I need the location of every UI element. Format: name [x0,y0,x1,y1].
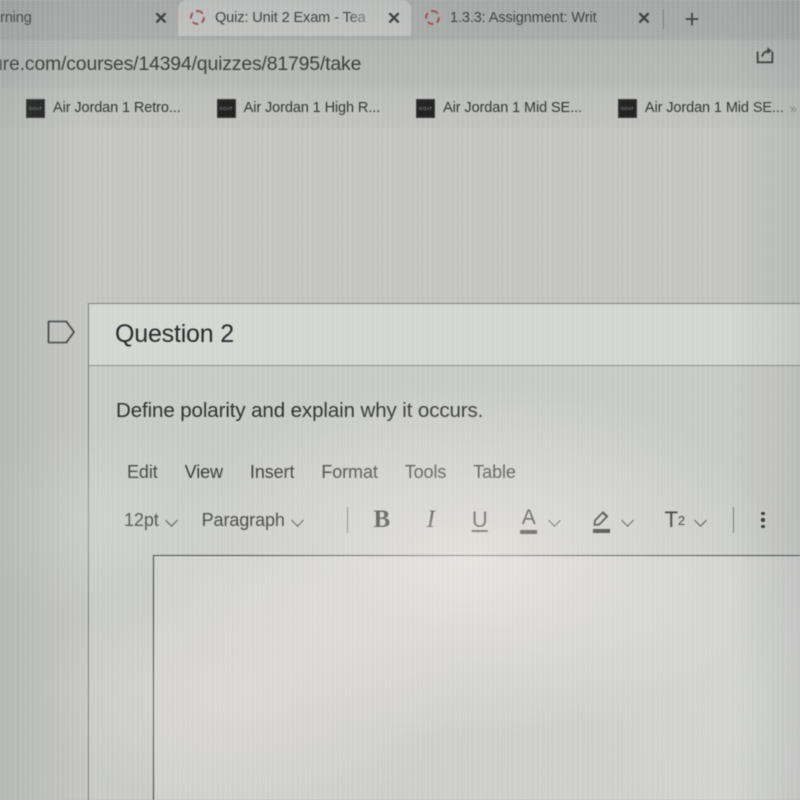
browser-tab-strip: x Learning ✕ Quiz: Unit 2 Exam - Tea ✕ 1… [0,0,800,40]
goat-favicon [416,98,436,118]
bookmark-label: Air Jordan 1 Mid SE... [443,100,582,116]
tab-title: x Learning [0,10,32,26]
browser-window: x Learning ✕ Quiz: Unit 2 Exam - Tea ✕ 1… [0,0,800,800]
chevron-down-icon [293,515,304,526]
highlight-color-swatch [593,528,611,533]
toolbar-divider [732,507,734,533]
question-body: Define polarity and explain why it occur… [89,366,800,800]
bookmark-item[interactable]: Air Jordan 1 Mid SE... [416,94,582,122]
url-text[interactable]: ure.com/courses/14394/quizzes/81795/take [0,53,361,76]
bookmark-label: Air Jordan 1 High R... [243,100,381,116]
page-title: Question 2 [115,320,234,348]
tab-title: Quiz: Unit 2 Exam - Tea [215,10,366,26]
browser-tab-2[interactable]: Quiz: Unit 2 Exam - Tea ✕ [178,0,411,36]
block-format-select[interactable]: Paragraph [202,510,304,531]
question-card: Question 2 Define polarity and explain w… [88,303,800,800]
rich-text-editor: Edit View Insert Format Tools Table 12pt [116,457,800,800]
superscript-control[interactable]: T2 [660,505,721,535]
chevron-down-icon [167,515,178,526]
bookmark-label: Air Jordan 1 Retro... [53,100,181,116]
tab-title: 1.3.3: Assignment: Writ [450,10,597,26]
toolbar-divider [346,507,348,533]
font-size-select[interactable]: 12pt [124,510,178,531]
menu-view[interactable]: View [185,462,223,483]
tab-strip-divider [663,9,664,29]
editor-text-area[interactable] [153,555,800,800]
menu-edit[interactable]: Edit [127,462,158,483]
chevron-down-icon[interactable] [623,515,634,526]
highlighter-pen-icon [593,510,609,526]
goat-favicon [216,98,236,118]
menu-insert[interactable]: Insert [250,462,295,483]
underline-button[interactable]: U [465,505,495,535]
question-prompt: Define polarity and explain why it occur… [116,399,484,422]
more-options-button[interactable] [750,511,776,529]
browser-tab-3[interactable]: 1.3.3: Assignment: Writ ✕ [413,0,661,36]
highlight-color-control[interactable] [587,505,652,535]
block-format-value: Paragraph [201,509,285,530]
address-bar[interactable]: ure.com/courses/14394/quizzes/81795/take [0,40,800,88]
bookmarks-bar: Air Jordan 1 Retro... Air Jordan 1 High … [0,88,800,128]
loading-spinner-icon [425,9,442,27]
tab-close-button[interactable]: ✕ [383,7,405,29]
chevron-down-icon[interactable] [550,515,561,526]
bookmark-label: Air Jordan 1 Mid SE... [644,100,784,116]
bookmark-item[interactable]: Air Jordan 1 Retro... [26,94,181,122]
menu-table[interactable]: Table [473,462,516,483]
superscript-exponent: 2 [677,512,686,528]
superscript-base: T [664,507,678,532]
chevron-down-icon[interactable] [696,515,707,526]
bold-button[interactable]: B [367,505,397,535]
bookmarks-overflow-button[interactable]: » [790,101,797,116]
text-color-letter: A [521,505,536,529]
flag-bookmark-icon[interactable] [47,320,76,344]
question-header: Question 2 [89,304,800,366]
text-color-icon[interactable]: A [514,505,544,535]
tab-close-button[interactable]: ✕ [633,7,655,29]
editor-toolbar: 12pt Paragraph B I U A T 2 [116,499,800,541]
new-tab-button[interactable]: + [678,5,706,33]
text-color-control[interactable]: A [514,505,579,535]
tab-close-button[interactable]: ✕ [150,7,172,29]
bookmark-item[interactable]: Air Jordan 1 Mid SE... [617,94,784,122]
superscript-icon[interactable]: T2 [660,505,690,535]
text-color-swatch [520,529,538,534]
quiz-page: Question 2 Define polarity and explain w… [0,128,800,800]
photo-of-screen: x Learning ✕ Quiz: Unit 2 Exam - Tea ✕ 1… [0,0,800,800]
share-icon[interactable] [754,44,776,66]
browser-tab-1[interactable]: x Learning ✕ [0,0,178,36]
editor-menu-bar: Edit View Insert Format Tools Table [116,457,800,487]
menu-tools[interactable]: Tools [405,462,447,483]
highlighter-icon[interactable] [587,505,617,535]
goat-favicon [617,98,637,118]
loading-spinner-icon [190,9,207,27]
menu-format[interactable]: Format [321,462,378,483]
font-size-value: 12pt [124,509,159,530]
bookmark-item[interactable]: Air Jordan 1 High R... [216,94,381,122]
goat-favicon [26,98,45,118]
italic-button[interactable]: I [416,505,446,535]
